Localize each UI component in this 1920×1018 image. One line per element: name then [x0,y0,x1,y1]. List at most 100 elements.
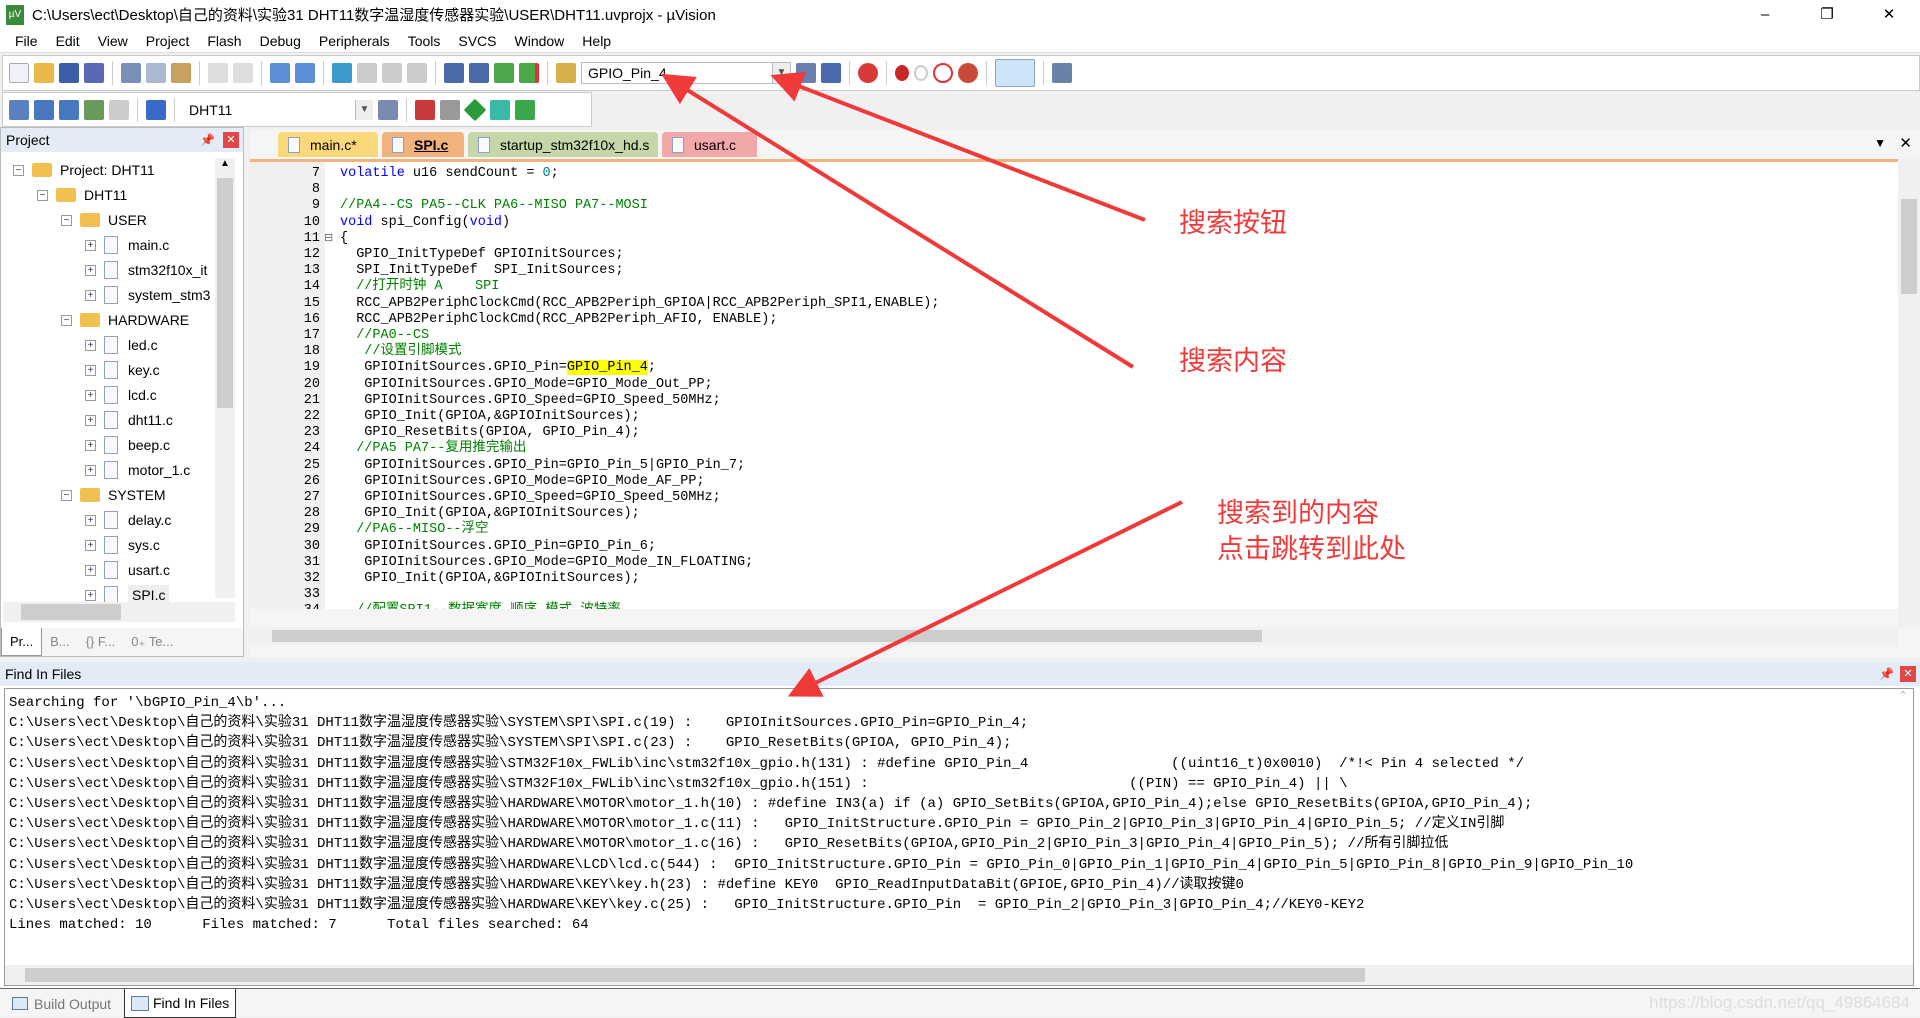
code-line[interactable]: 25 GPIOInitSources.GPIO_Pin=GPIO_Pin_5|G… [250,458,1850,474]
menu-file[interactable]: File [6,33,47,49]
code-line[interactable]: 11 ⊟ { [250,231,1850,247]
target-options-icon[interactable] [378,99,398,120]
translate-icon[interactable] [9,99,29,120]
tree-item-led-c[interactable]: + led.c [85,333,158,357]
expand-icon[interactable]: + [85,389,96,401]
expand-icon[interactable]: + [85,464,96,476]
project-tab-2[interactable]: {} F... [78,628,124,656]
project-tab-1[interactable]: B... [42,628,78,656]
menu-flash[interactable]: Flash [198,33,250,49]
search-result-line[interactable]: C:\Users\ect\Desktop\自己的资料\实验31 DHT11数字温… [9,754,1524,774]
code-line[interactable]: 14 //打开时钟 A SPI [250,279,1850,295]
code-line[interactable]: 18 //设置引脚模式 [250,344,1850,360]
expand-icon[interactable]: + [85,264,96,276]
editor-tab-main-c-[interactable]: main.c* [278,132,378,157]
menu-edit[interactable]: Edit [47,33,89,49]
search-combo[interactable]: GPIO_Pin_4 ▼ [581,62,791,84]
uncomment-icon[interactable] [519,63,539,83]
tree-item-usart-c[interactable]: + usart.c [85,558,170,582]
project-tab-3[interactable]: 0₊ Te... [123,628,181,656]
code-line[interactable]: 22 GPIO_Init(GPIOA,&GPIOInitSources); [250,409,1850,425]
cut-icon[interactable] [121,63,141,83]
editor-vertical-scrollbar[interactable] [1898,159,1920,627]
code-line[interactable]: 19 GPIOInitSources.GPIO_Pin=GPIO_Pin_4; [250,360,1850,376]
code-line[interactable]: 21 GPIOInitSources.GPIO_Speed=GPIO_Speed… [250,393,1850,409]
rebuild-icon[interactable] [59,99,79,120]
code-line[interactable]: 17 //PA0--CS [250,328,1850,344]
restore-button[interactable]: ❐ [1804,0,1850,29]
chevron-down-icon[interactable]: ▼ [355,99,373,120]
search-result-line[interactable]: C:\Users\ect\Desktop\自己的资料\实验31 DHT11数字温… [9,733,1012,753]
save-all-icon[interactable] [84,63,104,83]
code-line[interactable]: 15 RCC_APB2PeriphClockCmd(RCC_APB2Periph… [250,296,1850,312]
disable-all-breakpoints-icon[interactable] [933,63,953,83]
close-panel-icon[interactable]: ✕ [1900,666,1916,682]
indent-icon[interactable] [444,63,464,83]
editor-horizontal-scrollbar[interactable] [250,627,1898,645]
search-result-line[interactable]: C:\Users\ect\Desktop\自己的资料\实验31 DHT11数字温… [9,875,1244,895]
search-result-line[interactable]: C:\Users\ect\Desktop\自己的资料\实验31 DHT11数字温… [9,834,1448,854]
tree-item-lcd-c[interactable]: + lcd.c [85,383,157,407]
tree-item-dht11[interactable]: − DHT11 [37,183,127,207]
tree-item-key-c[interactable]: + key.c [85,358,160,382]
tree-item-stm32f10x-it[interactable]: + stm32f10x_it [85,258,207,282]
expand-icon[interactable]: + [85,289,96,301]
expand-icon[interactable]: + [85,439,96,451]
tree-item-beep-c[interactable]: + beep.c [85,433,170,457]
menu-project[interactable]: Project [137,33,199,49]
copy-icon[interactable] [146,63,166,83]
run-time-environment-icon[interactable] [463,98,487,121]
code-line[interactable]: 20 GPIOInitSources.GPIO_Mode=GPIO_Mode_O… [250,377,1850,393]
pin-icon[interactable]: 📌 [200,133,215,147]
code-line[interactable]: 16 RCC_APB2PeriphClockCmd(RCC_APB2Periph… [250,312,1850,328]
tab-build-output[interactable]: Build Output [6,989,117,1018]
open-file-icon[interactable] [34,63,54,83]
configure-wrench-icon[interactable] [1052,63,1072,83]
code-line[interactable]: 23 GPIO_ResetBits(GPIOA, GPIO_Pin_4); [250,425,1850,441]
code-line[interactable]: 8 [250,182,1850,198]
menu-debug[interactable]: Debug [251,33,310,49]
code-line[interactable]: 13 SPI_InitTypeDef SPI_InitSources; [250,263,1850,279]
navigate-back-icon[interactable] [270,63,290,83]
scroll-thumb[interactable] [272,630,1262,642]
window-layout-icon[interactable] [995,59,1035,87]
code-line[interactable]: 34 //配置SPI1--数据宽度 顺序 模式 波特率 [250,603,1850,609]
tree-item-main-c[interactable]: + main.c [85,233,169,257]
stop-build-icon[interactable] [109,99,129,120]
bookmark-icon[interactable] [332,63,352,83]
close-window-button[interactable]: ✕ [1866,0,1912,29]
code-line[interactable]: 30 GPIOInitSources.GPIO_Pin=GPIO_Pin_6; [250,539,1850,555]
code-line[interactable]: 9 //PA4--CS PA5--CLK PA6--MISO PA7--MOSI [250,198,1850,214]
batch-build-icon[interactable] [84,99,104,120]
tree-item-system[interactable]: − SYSTEM [61,483,166,507]
code-line[interactable]: 28 GPIO_Init(GPIOA,&GPIOInitSources); [250,506,1850,522]
search-result-line[interactable]: C:\Users\ect\Desktop\自己的资料\实验31 DHT11数字温… [9,774,1348,794]
expand-icon[interactable]: + [85,514,96,526]
scroll-thumb[interactable] [1901,199,1917,294]
comment-icon[interactable] [494,63,514,83]
tree-vertical-scrollbar[interactable]: ▲ [215,158,235,598]
tree-item-sys-c[interactable]: + sys.c [85,533,160,557]
find-in-files-icon[interactable] [556,63,576,83]
tree-horizontal-scrollbar[interactable] [3,602,235,622]
paste-icon[interactable] [171,63,191,83]
redo-icon[interactable] [233,63,253,83]
collapse-icon[interactable]: − [37,189,48,201]
pin-icon[interactable]: 📌 [1879,667,1894,681]
undo-icon[interactable] [208,63,228,83]
code-line[interactable]: 31 GPIOInitSources.GPIO_Mode=GPIO_Mode_I… [250,555,1850,571]
clear-bookmarks-icon[interactable] [407,63,427,83]
editor-tab-usart-c[interactable]: usart.c [662,132,757,157]
menu-help[interactable]: Help [573,33,620,49]
collapse-icon[interactable]: − [13,164,24,176]
scroll-thumb[interactable] [21,604,121,620]
scroll-thumb[interactable] [25,968,1365,982]
incremental-find-icon[interactable] [796,63,816,83]
tree-item-delay-c[interactable]: + delay.c [85,508,171,532]
code-line[interactable]: 24 //PA5 PA7--复用推完输出 [250,441,1850,457]
find-icon[interactable] [821,63,841,83]
editor-tab-startup-stm32f10x-hd-s[interactable]: startup_stm32f10x_hd.s [468,132,658,157]
search-result-line[interactable]: C:\Users\ect\Desktop\自己的资料\实验31 DHT11数字温… [9,713,1028,733]
code-line[interactable]: 29 //PA6--MISO--浮空 [250,522,1850,538]
chevron-down-icon[interactable]: ▼ [772,63,790,83]
